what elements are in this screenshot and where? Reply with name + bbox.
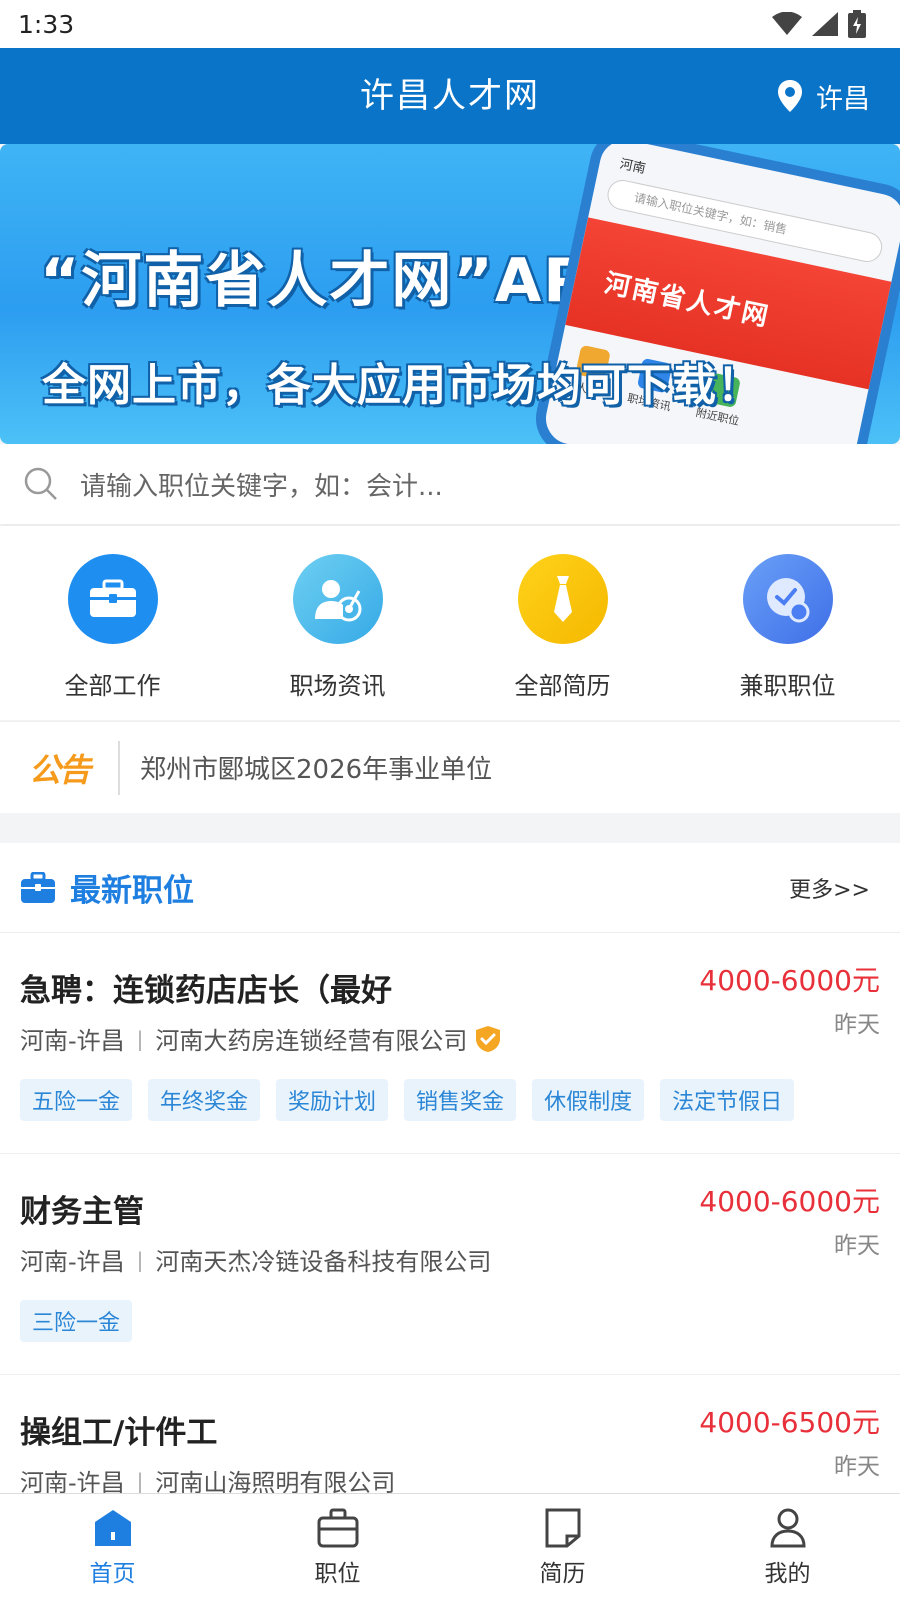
nav-label: 全部简历 xyxy=(514,672,611,700)
job-tag: 销售奖金 xyxy=(404,1079,517,1121)
person-icon xyxy=(769,1508,806,1548)
job-title: 操组工/计件工 xyxy=(20,1415,218,1451)
briefcase-section-icon xyxy=(21,871,55,903)
search-icon xyxy=(24,467,57,500)
job-tag: 三险一金 xyxy=(20,1300,133,1342)
meta-separator: | xyxy=(136,1026,144,1051)
promo-banner[interactable]: “河南省人才网”APP 河南 请输入职位关键字，如：销售 河南省人才网 人才 职… xyxy=(0,144,900,444)
tab-label: 首页 xyxy=(89,1561,136,1587)
battery-icon xyxy=(848,10,866,38)
job-tag: 五险一金 xyxy=(20,1079,133,1121)
job-card[interactable]: 操组工/计件工 4000-6500元 昨天 河南-许昌 | 河南山海照明有限公司 xyxy=(0,1375,900,1493)
nav-label: 全部工作 xyxy=(64,672,161,700)
job-card[interactable]: 急聘：连锁药店店长（最好 4000-6000元 昨天 河南-许昌 | 河南大药房… xyxy=(0,933,900,1154)
phone-banner-text: 河南省人才网 xyxy=(601,268,773,333)
job-card[interactable]: 财务主管 4000-6000元 昨天 河南-许昌 | 河南天杰冷链设备科技有限公… xyxy=(0,1154,900,1375)
job-title: 财务主管 xyxy=(20,1194,144,1230)
job-tag: 年终奖金 xyxy=(148,1079,261,1121)
job-company: 河南大药房连锁经营有限公司 xyxy=(155,1027,468,1055)
quick-nav: 全部工作 职场资讯 全部简历 兼职职位 xyxy=(0,526,900,720)
banner-subline: 全网上市，各大应用市场均可下载！ xyxy=(42,360,762,411)
job-salary: 4000-6000元 xyxy=(699,1185,880,1218)
job-tags: 三险一金 xyxy=(20,1300,133,1342)
job-company: 河南山海照明有限公司 xyxy=(155,1469,396,1493)
status-icons xyxy=(772,10,866,38)
notice-logo: 公告 xyxy=(0,740,120,795)
notice-text: 郑州市郾城区2026年事业单位 xyxy=(140,755,493,785)
latest-jobs-section: 最新职位 更多>> 急聘：连锁药店店长（最好 4000-6000元 昨天 河南-… xyxy=(0,843,900,1493)
nav-part-time[interactable]: 兼职职位 xyxy=(675,526,900,720)
note-icon xyxy=(545,1508,580,1548)
job-tags: 五险一金 年终奖金 奖励计划 销售奖金 休假制度 法定节假日 xyxy=(20,1079,795,1121)
job-location: 河南-许昌 xyxy=(20,1469,125,1493)
nav-career-news[interactable]: 职场资讯 xyxy=(225,526,450,720)
briefcase-icon xyxy=(67,554,158,644)
bottom-tab-bar: 首页 职位 简历 我的 xyxy=(0,1493,900,1600)
tab-jobs[interactable]: 职位 xyxy=(225,1494,450,1600)
nav-label: 兼职职位 xyxy=(739,672,836,700)
meta-separator: | xyxy=(136,1468,144,1493)
job-time: 昨天 xyxy=(834,1454,880,1480)
job-salary: 4000-6000元 xyxy=(699,964,880,997)
location-label: 许昌 xyxy=(816,83,870,115)
job-meta: 河南-许昌 | 河南大药房连锁经营有限公司 xyxy=(20,1021,501,1056)
user-target-icon xyxy=(292,554,383,644)
signal-icon xyxy=(812,12,838,36)
job-meta: 河南-许昌 | 河南天杰冷链设备科技有限公司 xyxy=(20,1242,491,1277)
tab-mine[interactable]: 我的 xyxy=(675,1494,900,1600)
tab-label: 职位 xyxy=(314,1561,361,1587)
nav-all-jobs[interactable]: 全部工作 xyxy=(0,526,225,720)
tab-label: 简历 xyxy=(539,1561,586,1587)
briefcase-outline-icon xyxy=(317,1508,358,1548)
job-meta: 河南-许昌 | 河南山海照明有限公司 xyxy=(20,1463,396,1494)
job-salary: 4000-6500元 xyxy=(699,1406,880,1439)
tie-icon xyxy=(517,554,608,644)
latest-jobs-header: 最新职位 更多>> xyxy=(0,843,900,933)
search-bar[interactable]: 请输入职位关键字，如：会计... xyxy=(0,444,900,524)
tab-label: 我的 xyxy=(764,1561,811,1587)
location-pin-icon xyxy=(778,80,802,112)
location-selector[interactable]: 许昌 xyxy=(778,48,870,144)
status-time: 1:33 xyxy=(18,9,75,39)
clock-icon xyxy=(742,554,833,644)
job-title: 急聘：连锁药店店长（最好 xyxy=(20,973,392,1009)
status-bar: 1:33 xyxy=(0,0,900,48)
job-company: 河南天杰冷链设备科技有限公司 xyxy=(155,1248,492,1276)
tab-home[interactable]: 首页 xyxy=(0,1494,225,1600)
more-link[interactable]: 更多>> xyxy=(789,872,870,904)
phone-city: 河南 xyxy=(618,156,647,178)
app-title: 许昌人才网 xyxy=(360,76,540,116)
home-icon xyxy=(94,1510,131,1546)
job-tag: 法定节假日 xyxy=(660,1079,795,1121)
latest-jobs-title: 最新职位 xyxy=(70,873,194,909)
job-time: 昨天 xyxy=(834,1012,880,1038)
tab-resume[interactable]: 简历 xyxy=(450,1494,675,1600)
nav-all-resumes[interactable]: 全部简历 xyxy=(450,526,675,720)
verified-shield-icon xyxy=(475,1025,501,1053)
job-location: 河南-许昌 xyxy=(20,1248,125,1276)
job-tag: 休假制度 xyxy=(532,1079,645,1121)
meta-separator: | xyxy=(136,1247,144,1272)
job-tag: 奖励计划 xyxy=(276,1079,389,1121)
job-time: 昨天 xyxy=(834,1233,880,1259)
wifi-icon xyxy=(772,12,802,35)
notice-bar[interactable]: 公告 郑州市郾城区2026年事业单位 xyxy=(0,721,900,813)
search-placeholder: 请输入职位关键字，如：会计... xyxy=(80,471,443,502)
nav-label: 职场资讯 xyxy=(289,672,386,700)
job-location: 河南-许昌 xyxy=(20,1027,125,1055)
banner-headline: “河南省人才网”APP xyxy=(40,246,636,316)
app-header: 许昌人才网 许昌 xyxy=(0,48,900,144)
